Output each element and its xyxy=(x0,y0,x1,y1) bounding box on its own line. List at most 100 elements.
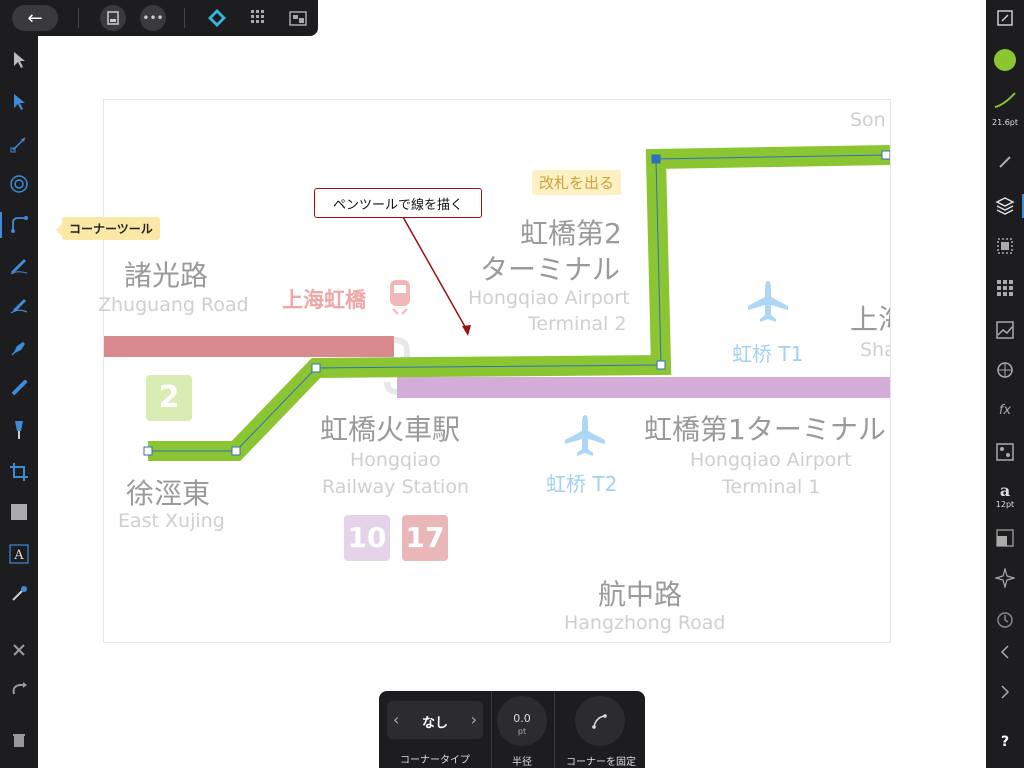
callout-arrow xyxy=(402,216,469,333)
path-node[interactable] xyxy=(881,150,890,160)
station-name-en: Railway Station xyxy=(322,476,469,498)
redo-icon[interactable] xyxy=(7,678,31,702)
designer-persona-icon[interactable] xyxy=(205,5,229,31)
corner-type-value: なし xyxy=(421,716,448,731)
move-tool-icon[interactable] xyxy=(7,48,31,72)
chevron-left-icon[interactable] xyxy=(993,640,1017,664)
image-icon[interactable] xyxy=(993,318,1017,342)
red-metro-line xyxy=(104,336,394,357)
adjustments-icon[interactable] xyxy=(993,234,1017,258)
back-arrow-icon[interactable]: ← xyxy=(12,5,58,31)
lock-corner-label: コーナーを固定 xyxy=(566,757,636,768)
exit-gate-tag: 改札を出る xyxy=(532,170,622,195)
close-icon[interactable] xyxy=(7,638,31,662)
color-picker-icon[interactable] xyxy=(7,582,31,606)
node-tool-icon[interactable] xyxy=(7,90,31,114)
line-badge: 10 xyxy=(344,515,390,561)
station-name-en: East Xujing xyxy=(118,510,225,532)
radius-label: 半径 xyxy=(512,757,532,768)
path-node[interactable] xyxy=(143,446,153,456)
crop-icon[interactable] xyxy=(7,460,31,484)
brush-studio-icon[interactable] xyxy=(993,150,1017,174)
fill-icon[interactable] xyxy=(7,376,31,400)
train-icon xyxy=(390,280,410,315)
styles-icon[interactable] xyxy=(993,440,1017,464)
transparency-icon[interactable] xyxy=(7,418,31,442)
station-name: 諸光路 xyxy=(124,259,209,292)
station-name: 虹橋第2 xyxy=(520,217,622,250)
swatches-icon[interactable] xyxy=(993,276,1017,300)
export-persona-icon[interactable] xyxy=(286,5,310,31)
color-wheel-icon[interactable] xyxy=(993,358,1017,382)
pencil-icon[interactable] xyxy=(7,254,31,278)
station-name-en: Terminal 1 xyxy=(722,476,821,498)
rectangle-icon[interactable] xyxy=(7,500,31,524)
point-transform-icon[interactable] xyxy=(7,132,31,156)
layers-icon[interactable] xyxy=(993,194,1017,218)
chevron-right-icon[interactable] xyxy=(993,680,1017,704)
airport-label: 虹桥 T2 xyxy=(546,472,618,496)
active-tool-indicator xyxy=(0,212,2,238)
pen-icon[interactable] xyxy=(7,336,31,360)
history-icon[interactable] xyxy=(993,608,1017,632)
station-name-en: Hangzhong Road xyxy=(564,612,726,634)
station-name-en: Hongqiao Airport xyxy=(468,287,630,309)
document-canvas[interactable]: 諸光路 Zhuguang Road 上海虹橋 改札を出る 虹橋第2 ターミナル … xyxy=(98,99,891,643)
transform-icon[interactable] xyxy=(993,526,1017,550)
corner-tool-active-icon[interactable] xyxy=(7,212,31,236)
lock-corner-icon xyxy=(592,714,607,729)
station-name-en: Son xyxy=(850,109,886,131)
radius-value: 0.0 xyxy=(513,712,531,725)
contour-tool-icon[interactable] xyxy=(7,172,31,196)
text-style-icon[interactable]: a xyxy=(993,478,1017,502)
stroke-width-label: 21.6pt xyxy=(991,118,1019,127)
path-node[interactable] xyxy=(656,360,666,370)
map-artwork xyxy=(104,145,890,461)
airport-label: 虹桥 T1 xyxy=(732,342,804,366)
fill-color-swatch[interactable] xyxy=(993,48,1017,72)
radius-control[interactable]: 0.0 pt xyxy=(497,696,547,746)
help-button[interactable]: ? xyxy=(993,730,1017,754)
path-node[interactable] xyxy=(231,446,241,456)
airplane-icon xyxy=(565,415,605,456)
purple-metro-line xyxy=(397,377,890,398)
station-name: 航中路 xyxy=(598,578,683,611)
toolbar-divider xyxy=(491,691,492,768)
path-node-selected[interactable] xyxy=(651,154,661,164)
line-badge: 17 xyxy=(402,515,448,561)
chevron-right-icon[interactable]: › xyxy=(471,710,477,729)
airplane-icon xyxy=(748,281,788,322)
toolbar-divider xyxy=(554,691,555,768)
line-badge: 2 xyxy=(146,375,192,421)
station-name-en: Hongqiao Airport xyxy=(690,449,852,471)
corner-type-label: コーナータイプ xyxy=(400,755,470,766)
context-toolbar: ‹ なし › コーナータイプ 0.0 pt 半径 コーナーを固定 xyxy=(379,691,645,768)
path-node[interactable] xyxy=(311,363,321,373)
fx-icon[interactable]: fx xyxy=(993,398,1017,422)
document-icon[interactable] xyxy=(100,5,126,31)
station-name-en: Sha xyxy=(860,339,890,361)
station-name-en: Terminal 2 xyxy=(528,313,627,335)
corner-type-selector[interactable]: ‹ なし › xyxy=(387,701,483,739)
trash-icon[interactable] xyxy=(7,728,31,752)
station-name: 虹橋火車駅 xyxy=(320,413,461,446)
station-name: 虹橋第1ターミナル xyxy=(644,413,886,446)
navigator-icon[interactable] xyxy=(993,566,1017,590)
pixel-persona-icon[interactable] xyxy=(247,5,271,31)
station-name: 上海 xyxy=(850,303,890,336)
artistic-text-icon[interactable]: A xyxy=(7,542,31,566)
fullscreen-icon[interactable] xyxy=(993,6,1017,30)
more-icon[interactable]: ••• xyxy=(140,5,166,31)
station-name-en: Zhuguang Road xyxy=(98,294,249,316)
station-name: 徐涇東 xyxy=(126,477,211,510)
stroke-icon[interactable] xyxy=(993,88,1017,112)
station-name: ターミナル xyxy=(480,253,621,286)
lock-corner-button[interactable] xyxy=(575,696,625,746)
station-name-en: Hongqiao xyxy=(350,449,441,471)
toolbar-divider xyxy=(78,8,79,28)
station-name-red: 上海虹橋 xyxy=(282,288,366,312)
text-size-label: 12pt xyxy=(995,500,1015,509)
right-toolbar: 21.6pt fx a 12pt ? xyxy=(986,0,1024,768)
top-toolbar: ← ••• xyxy=(0,0,318,36)
vector-brush-icon[interactable] xyxy=(7,294,31,318)
